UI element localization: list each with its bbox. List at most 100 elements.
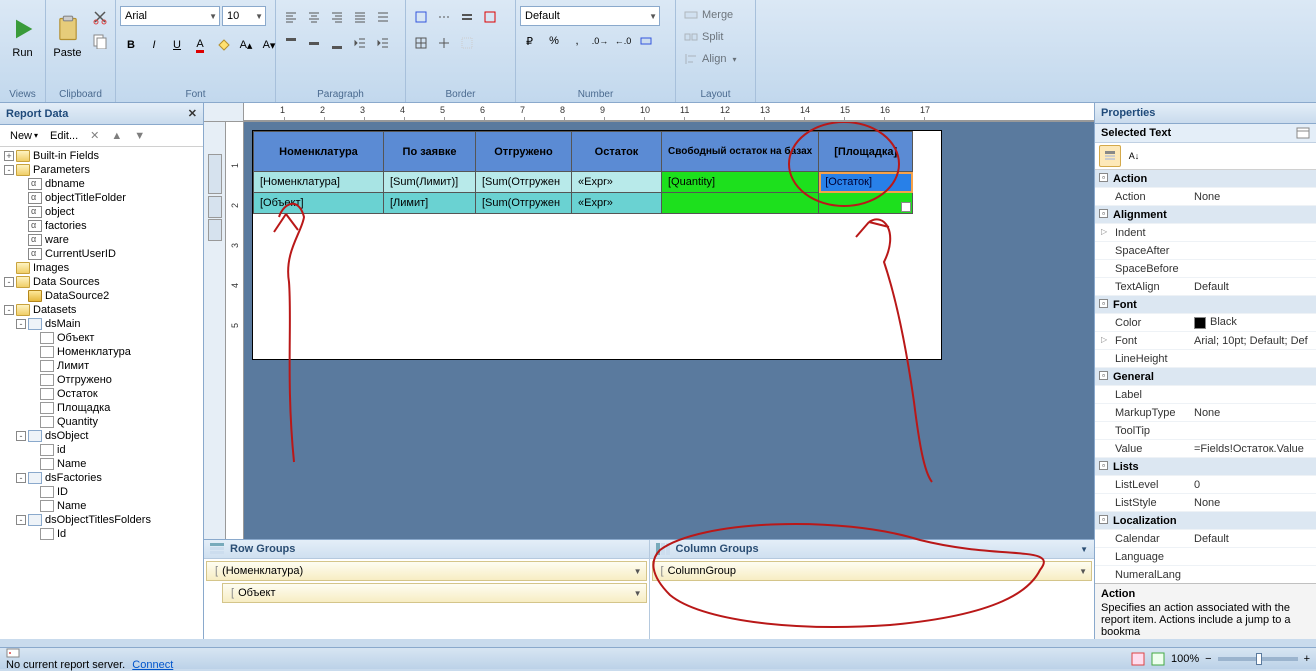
currency-button[interactable]: ₽ [520, 30, 542, 52]
data-cell[interactable] [819, 193, 913, 214]
dec-inc-button[interactable]: .0→ [589, 30, 611, 52]
fill-color-button[interactable] [212, 34, 234, 56]
border-none-button[interactable] [456, 32, 478, 54]
report-data-tree[interactable]: +Built-in Fields-ParametersdbnameobjectT… [0, 147, 203, 639]
data-cell[interactable]: [Sum(Отгружен [476, 172, 572, 193]
row-group-item[interactable]: [(Номенклатура)▼ [206, 561, 647, 581]
tree-item[interactable]: objectTitleFolder [0, 191, 203, 205]
align-right-button[interactable] [326, 6, 348, 28]
border-color-button[interactable] [479, 6, 501, 28]
data-cell[interactable]: [Номенклатура] [254, 172, 384, 193]
move-up-button[interactable]: ▲ [105, 127, 128, 144]
indent-button[interactable] [372, 32, 394, 54]
distribute-button[interactable] [372, 6, 394, 28]
zoom-slider[interactable] [1218, 657, 1298, 661]
design-canvas[interactable]: Номенклатура По заявке Отгружено Остаток… [244, 122, 1094, 539]
tree-item[interactable]: Объект [0, 331, 203, 345]
property-row[interactable]: SpaceBefore [1095, 260, 1316, 278]
property-pages-icon[interactable] [1296, 127, 1310, 139]
tree-item[interactable]: Номенклатура [0, 345, 203, 359]
tree-item[interactable]: ware [0, 233, 203, 247]
border-outside-button[interactable] [410, 6, 432, 28]
tree-item[interactable]: ID [0, 485, 203, 499]
outdent-button[interactable] [349, 32, 371, 54]
tree-item[interactable]: -dsObjectTitlesFolders [0, 513, 203, 527]
tablix[interactable]: Номенклатура По заявке Отгружено Остаток… [253, 131, 913, 214]
tree-item[interactable]: factories [0, 219, 203, 233]
header-cell[interactable]: Свободный остаток на базах [662, 132, 819, 172]
property-grid[interactable]: ▫ActionActionNone▫Alignment▷IndentSpaceA… [1095, 170, 1316, 583]
bold-button[interactable]: B [120, 34, 142, 56]
font-color-button[interactable]: A [189, 34, 211, 56]
split-button[interactable]: Split [680, 28, 727, 46]
header-cell[interactable]: Отгружено [476, 132, 572, 172]
percent-button[interactable]: % [543, 30, 565, 52]
tree-item[interactable]: Name [0, 499, 203, 513]
tree-item[interactable]: Id [0, 527, 203, 541]
tree-item[interactable]: dbname [0, 177, 203, 191]
property-row[interactable]: Value=Fields!Остаток.Value [1095, 440, 1316, 458]
copy-button[interactable] [89, 30, 111, 52]
tree-item[interactable]: Name [0, 457, 203, 471]
valign-top-button[interactable] [280, 32, 302, 54]
tree-item[interactable]: Остаток [0, 387, 203, 401]
tree-item[interactable]: CurrentUserID [0, 247, 203, 261]
merge-button[interactable]: Merge [680, 6, 737, 24]
zoom-in-button[interactable]: + [1304, 653, 1310, 665]
column-group-item[interactable]: [ColumnGroup▼ [652, 561, 1093, 581]
property-row[interactable]: ActionNone [1095, 188, 1316, 206]
tree-item[interactable]: id [0, 443, 203, 457]
tree-item[interactable]: -dsFactories [0, 471, 203, 485]
property-row[interactable]: LineHeight [1095, 350, 1316, 368]
underline-button[interactable]: U [166, 34, 188, 56]
data-cell[interactable]: [Лимит] [384, 193, 476, 214]
paste-button[interactable]: Paste [50, 2, 85, 72]
property-row[interactable]: TextAlignDefault [1095, 278, 1316, 296]
row-group-item[interactable]: [Объект▼ [222, 583, 647, 603]
tree-item[interactable]: object [0, 205, 203, 219]
valign-bot-button[interactable] [326, 32, 348, 54]
align-menu[interactable]: Align▾ [680, 50, 740, 68]
edit-button[interactable]: Edit... [44, 127, 84, 144]
property-row[interactable]: ▷Indent [1095, 224, 1316, 242]
move-down-button[interactable]: ▼ [128, 127, 151, 144]
property-category[interactable]: ▫Action [1095, 170, 1316, 188]
justify-button[interactable] [349, 6, 371, 28]
run-button[interactable]: Run [4, 2, 41, 72]
header-cell[interactable]: Остаток [572, 132, 662, 172]
property-row[interactable]: ▷FontArial; 10pt; Default; Def [1095, 332, 1316, 350]
property-category[interactable]: ▫Alignment [1095, 206, 1316, 224]
tree-item[interactable]: Отгружено [0, 373, 203, 387]
property-row[interactable]: MarkupTypeNone [1095, 404, 1316, 422]
property-category[interactable]: ▫Font [1095, 296, 1316, 314]
new-menu[interactable]: New▾ [4, 127, 44, 144]
cut-button[interactable] [89, 6, 111, 28]
placeholder-button[interactable] [635, 30, 657, 52]
tree-item[interactable]: DataSource2 [0, 289, 203, 303]
data-cell[interactable]: [Sum(Отгружен [476, 193, 572, 214]
font-name-combo[interactable]: Arial▼ [120, 6, 220, 26]
property-row[interactable]: ColorBlack [1095, 314, 1316, 332]
align-center-button[interactable] [303, 6, 325, 28]
tree-item[interactable]: -Parameters [0, 163, 203, 177]
tree-item[interactable]: -dsObject [0, 429, 203, 443]
thousands-button[interactable]: , [566, 30, 588, 52]
valign-mid-button[interactable] [303, 32, 325, 54]
property-category[interactable]: ▫Lists [1095, 458, 1316, 476]
categorized-button[interactable] [1099, 145, 1121, 167]
tree-item[interactable]: Лимит [0, 359, 203, 373]
delete-button[interactable]: ✕ [84, 127, 105, 144]
grow-font-button[interactable]: A▴ [235, 34, 257, 56]
field-picker-icon[interactable] [901, 202, 911, 212]
property-row[interactable]: ToolTip [1095, 422, 1316, 440]
property-row[interactable]: CalendarDefault [1095, 530, 1316, 548]
tree-item[interactable]: -Datasets [0, 303, 203, 317]
number-format-combo[interactable]: Default▼ [520, 6, 660, 26]
property-row[interactable]: SpaceAfter [1095, 242, 1316, 260]
property-row[interactable]: ListStyleNone [1095, 494, 1316, 512]
header-cell[interactable]: По заявке [384, 132, 476, 172]
zoom-out-button[interactable]: − [1205, 653, 1211, 665]
border-width-button[interactable] [456, 6, 478, 28]
data-cell[interactable] [662, 193, 819, 214]
property-row[interactable]: NumeralLang [1095, 566, 1316, 583]
